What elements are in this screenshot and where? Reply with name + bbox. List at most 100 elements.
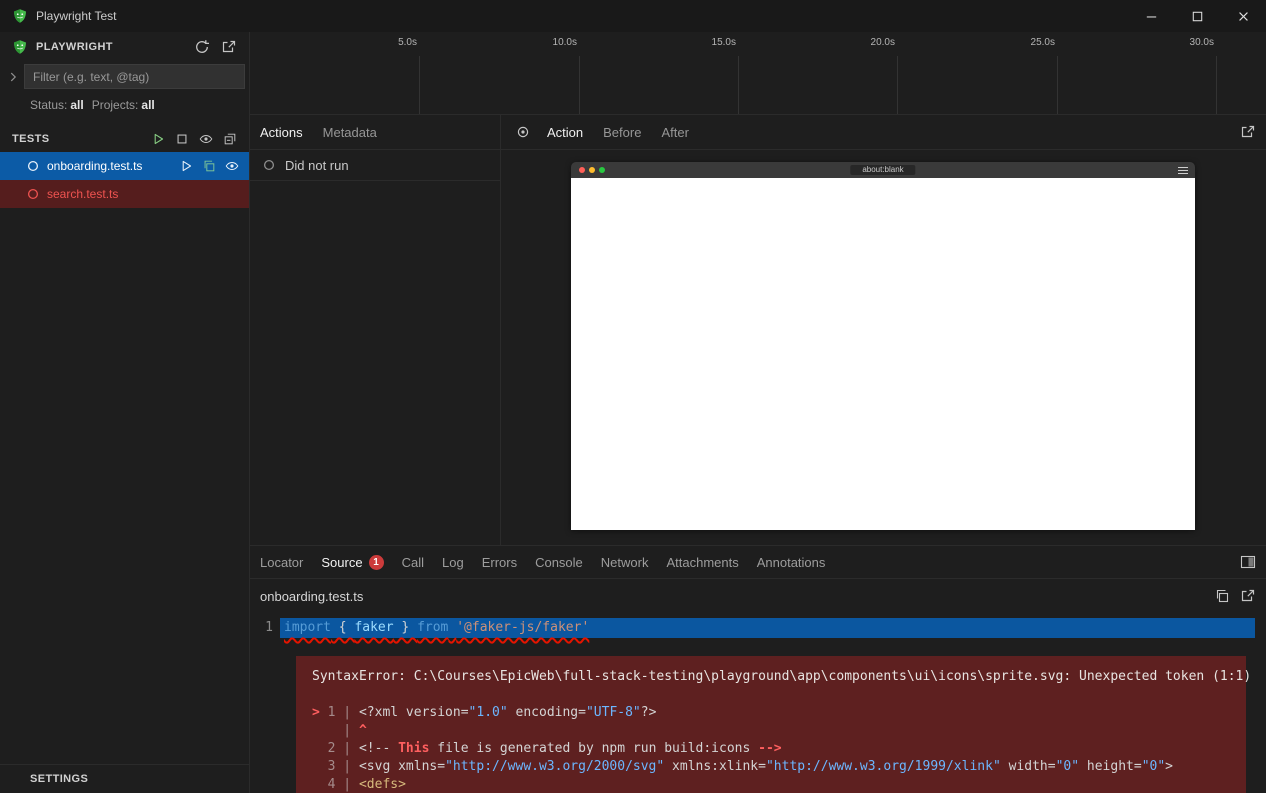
settings-section-header[interactable]: SETTINGS	[0, 764, 249, 793]
tab-label: Source	[321, 555, 362, 570]
open-source-external-icon[interactable]	[1240, 588, 1256, 604]
settings-title: SETTINGS	[30, 773, 88, 785]
run-test-icon[interactable]	[179, 159, 193, 173]
tab-label: Locator	[260, 555, 303, 570]
error-frame-line: | ^	[312, 722, 1230, 740]
timeline-tick: 20.0s	[838, 32, 898, 114]
tab-action[interactable]: Action	[537, 115, 593, 149]
minimize-button[interactable]	[1128, 0, 1174, 32]
code-token: "http://www.w3.org/2000/svg"	[445, 759, 664, 774]
watch-all-eye-icon[interactable]	[199, 132, 213, 146]
syntax-error-block: SyntaxError: C:\Courses\EpicWeb\full-sta…	[296, 656, 1246, 793]
code-token: >	[312, 705, 328, 720]
import-statement: import { faker } from '@faker-js/faker'	[284, 620, 589, 635]
code-token: xmlns:xlink=	[664, 759, 766, 774]
code-token: ^	[359, 723, 367, 738]
code-token: {	[331, 620, 354, 635]
error-frame-line: > 1 | <?xml version="1.0" encoding="UTF-…	[312, 704, 1230, 722]
code-token: }	[394, 620, 417, 635]
timeline-tick: 25.0s	[998, 32, 1058, 114]
tick-label: 15.0s	[712, 37, 736, 48]
source-code-view[interactable]: 1 import { faker } from '@faker-js/faker…	[250, 613, 1266, 793]
chevron-right-icon[interactable]	[6, 70, 20, 84]
open-snapshot-external-icon[interactable]	[1240, 124, 1256, 140]
close-button[interactable]	[1220, 0, 1266, 32]
code-token: width=	[1001, 759, 1056, 774]
stop-icon[interactable]	[175, 132, 189, 146]
run-all-icon[interactable]	[151, 132, 165, 146]
sidebar-brand: PLAYWRIGHT	[36, 41, 186, 53]
status-label: Status:	[30, 98, 67, 112]
test-item-search[interactable]: search.test.ts	[0, 180, 249, 208]
timeline[interactable]: 5.0s 10.0s 15.0s 20.0s 25.0s 30.0s	[250, 32, 1266, 115]
tab-label: Network	[601, 555, 649, 570]
tab-after[interactable]: After	[651, 115, 698, 149]
minimize-icon	[1144, 9, 1159, 24]
test-item-onboarding[interactable]: onboarding.test.ts	[0, 152, 249, 180]
tab-label: Attachments	[666, 555, 738, 570]
close-dot-icon	[579, 167, 585, 173]
tab-before[interactable]: Before	[593, 115, 651, 149]
timeline-tick: 5.0s	[360, 32, 420, 114]
tab-locator[interactable]: Locator	[251, 546, 312, 578]
watch-test-eye-icon[interactable]	[225, 159, 239, 173]
tab-label: Metadata	[323, 125, 377, 140]
tab-annotations[interactable]: Annotations	[748, 546, 835, 578]
details-tabbar: Locator Source 1 Call Log Errors Console…	[250, 546, 1266, 579]
code-token: ?>	[641, 705, 657, 720]
tab-console[interactable]: Console	[526, 546, 592, 578]
tick-gridline	[1057, 56, 1058, 114]
tab-label: Errors	[482, 555, 517, 570]
tab-metadata[interactable]: Metadata	[313, 115, 387, 149]
code-token: "1.0"	[469, 705, 508, 720]
copy-icon[interactable]	[1214, 588, 1230, 604]
tab-log[interactable]: Log	[433, 546, 473, 578]
tick-label: 25.0s	[1031, 37, 1055, 48]
projects-value: all	[141, 98, 154, 112]
browser-snapshot: about:blank	[571, 162, 1195, 530]
open-window-icon[interactable]	[221, 39, 237, 55]
sidebar-header: PLAYWRIGHT	[0, 32, 249, 62]
details-panel: Locator Source 1 Call Log Errors Console…	[250, 545, 1266, 793]
tab-label: Annotations	[757, 555, 826, 570]
code-token: from	[417, 620, 448, 635]
tick-gridline	[419, 56, 420, 114]
collapse-all-icon[interactable]	[223, 132, 237, 146]
tab-attachments[interactable]: Attachments	[657, 546, 747, 578]
tab-call[interactable]: Call	[393, 546, 433, 578]
refresh-icon[interactable]	[194, 39, 210, 55]
code-token: "http://www.w3.org/1999/xlink"	[766, 759, 1001, 774]
code-token: -->	[758, 741, 781, 756]
code-token: "UTF-8"	[586, 705, 641, 720]
error-message: SyntaxError: C:\Courses\EpicWeb\full-sta…	[312, 668, 1230, 686]
timeline-tick: 10.0s	[520, 32, 580, 114]
pick-locator-button[interactable]	[509, 115, 537, 149]
filter-input[interactable]	[24, 64, 245, 89]
did-not-run-row: Did not run	[250, 150, 500, 181]
address-bar: about:blank	[850, 165, 915, 175]
tab-errors[interactable]: Errors	[473, 546, 526, 578]
code-token: file is generated by npm run build:icons	[429, 741, 758, 756]
minimize-dot-icon	[589, 167, 595, 173]
highlighted-code-line: import { faker } from '@faker-js/faker'	[280, 618, 1255, 638]
tab-source[interactable]: Source 1	[312, 546, 392, 578]
tick-gridline	[738, 56, 739, 114]
target-icon	[515, 124, 531, 140]
tick-label: 10.0s	[553, 37, 577, 48]
tab-label: Call	[402, 555, 424, 570]
traffic-light-dots	[579, 167, 605, 173]
test-name: onboarding.test.ts	[47, 159, 142, 173]
code-token: 2 |	[312, 741, 359, 756]
test-name: search.test.ts	[47, 187, 118, 201]
tab-actions[interactable]: Actions	[250, 115, 313, 149]
test-status-circle-icon	[26, 187, 40, 201]
tab-network[interactable]: Network	[592, 546, 658, 578]
code-token: 4 |	[312, 777, 359, 792]
code-token: This	[398, 741, 429, 756]
split-columns-icon[interactable]	[1240, 554, 1256, 570]
actions-tabbar: Actions Metadata	[250, 115, 500, 150]
code-token: height=	[1079, 759, 1142, 774]
maximize-button[interactable]	[1174, 0, 1220, 32]
copy-icon[interactable]	[202, 159, 216, 173]
tick-label: 30.0s	[1190, 37, 1214, 48]
